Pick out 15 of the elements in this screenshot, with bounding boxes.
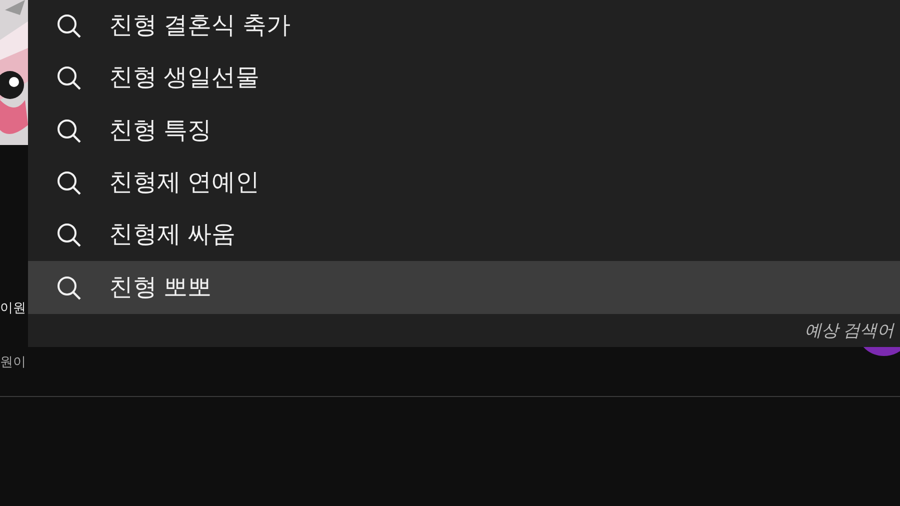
search-icon xyxy=(56,274,82,301)
video-title: 이원 xyxy=(0,299,26,317)
suggestion-item[interactable]: 친형 특징 xyxy=(28,104,900,157)
search-icon xyxy=(56,13,82,40)
search-icon xyxy=(56,170,82,196)
suggestion-item[interactable]: 친형 생일선물 xyxy=(28,52,900,105)
search-icon xyxy=(56,222,82,248)
video-meta: 원이 xyxy=(0,353,26,371)
footer-text: 예상 검색어 xyxy=(804,320,894,340)
suggestion-item[interactable]: 친형 결혼식 축가 xyxy=(28,0,900,52)
suggestion-item[interactable]: 친형제 싸움 xyxy=(28,209,900,262)
search-icon xyxy=(56,118,82,144)
search-icon xyxy=(56,65,82,92)
suggestion-item[interactable]: 친형 뽀뽀 xyxy=(28,261,900,314)
suggestion-item[interactable]: 친형제 연예인 xyxy=(28,156,900,210)
